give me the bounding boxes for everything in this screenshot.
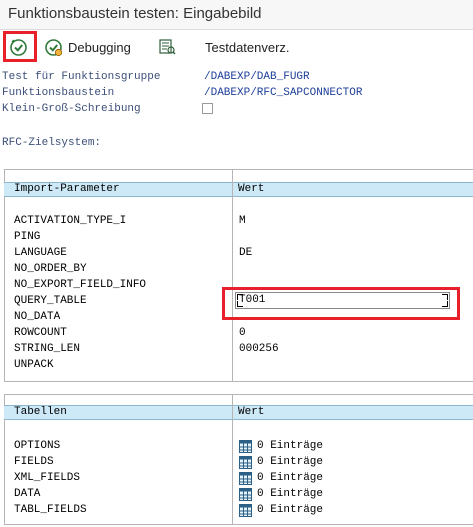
debug-execute-icon [45,38,63,56]
import-param-name: STRING_LEN [14,343,81,355]
table-param-name: TABL_FIELDS [14,504,87,516]
tables-col-value: Wert [238,406,265,418]
import-param-name: UNPACK [14,359,54,371]
import-param-name: ACTIVATION_TYPE_I [14,215,127,227]
import-column-divider [232,170,233,381]
import-param-name: NO_DATA [14,311,61,323]
import-param-value[interactable]: 0 [239,325,246,341]
import-param-name: NO_ORDER_BY [14,263,87,275]
table-icon [239,487,252,501]
rfc-target-input[interactable] [202,136,368,150]
table-param-name: OPTIONS [14,440,61,452]
tables-table-header: Tabellen Wert [4,405,473,420]
table-icon [239,503,252,517]
toolbar: Debugging Testdatenverz. [0,30,473,64]
test-data-directory-icon [159,39,176,55]
table-entries-count: 0 Einträge [257,504,324,516]
table-param-name: DATA [14,488,41,500]
rfc-target-label: RFC-Zielsystem: [2,137,102,149]
window-title: Funktionsbaustein testen: Eingabebild [8,5,262,22]
field-label-function-module: Funktionsbaustein [2,87,115,99]
field-value-function-group: /DABEXP/DAB_FUGR [204,71,310,83]
tables-column-divider [232,395,233,524]
table-icon [239,455,252,469]
import-param-name: NO_EXPORT_FIELD_INFO [14,279,147,291]
debugging-button[interactable]: Debugging [44,30,131,64]
table-icon [239,439,252,453]
testdata-label: Testdatenverz. [205,39,290,55]
table-entries[interactable]: 0 Einträge [239,454,323,470]
execute-highlight [3,31,37,62]
import-col-value: Wert [238,183,265,195]
field-value-function-module: /DABEXP/RFC_SAPCONNECTOR [204,87,363,99]
import-param-name: ROWCOUNT [14,327,67,339]
table-entries[interactable]: 0 Einträge [239,438,323,454]
import-param-name: QUERY_TABLE [14,295,87,307]
case-sensitivity-label: Klein-Groß-Schreibung [2,103,141,115]
import-col-name: Import-Parameter [14,183,120,195]
table-param-name: XML_FIELDS [14,472,81,484]
import-param-name: PING [14,231,41,243]
field-label-function-group: Test für Funktionsgruppe [2,71,161,83]
title-bar: Funktionsbaustein testen: Eingabebild [0,0,473,30]
table-entries-count: 0 Einträge [257,440,324,452]
tables-col-name: Tabellen [14,406,67,418]
table-entries[interactable]: 0 Einträge [239,470,323,486]
table-icon [239,471,252,485]
debugging-label: Debugging [68,39,131,55]
table-entries[interactable]: 0 Einträge [239,502,323,518]
table-entries-count: 0 Einträge [257,456,324,468]
table-entries[interactable]: 0 Einträge [239,486,323,502]
table-entries-count: 0 Einträge [257,488,324,500]
table-param-name: FIELDS [14,456,54,468]
testdata-button[interactable]: Testdatenverz. [205,30,290,64]
import-table-header: Import-Parameter Wert [4,182,473,197]
import-param-value[interactable]: 000256 [239,341,279,357]
testdata-icon-button[interactable] [158,30,176,64]
import-param-value[interactable]: DE [239,245,252,261]
query-table-highlight [222,287,460,320]
import-param-name: LANGUAGE [14,247,67,259]
import-param-value[interactable]: M [239,213,246,229]
case-sensitivity-checkbox[interactable] [202,103,213,114]
table-entries-count: 0 Einträge [257,472,324,484]
